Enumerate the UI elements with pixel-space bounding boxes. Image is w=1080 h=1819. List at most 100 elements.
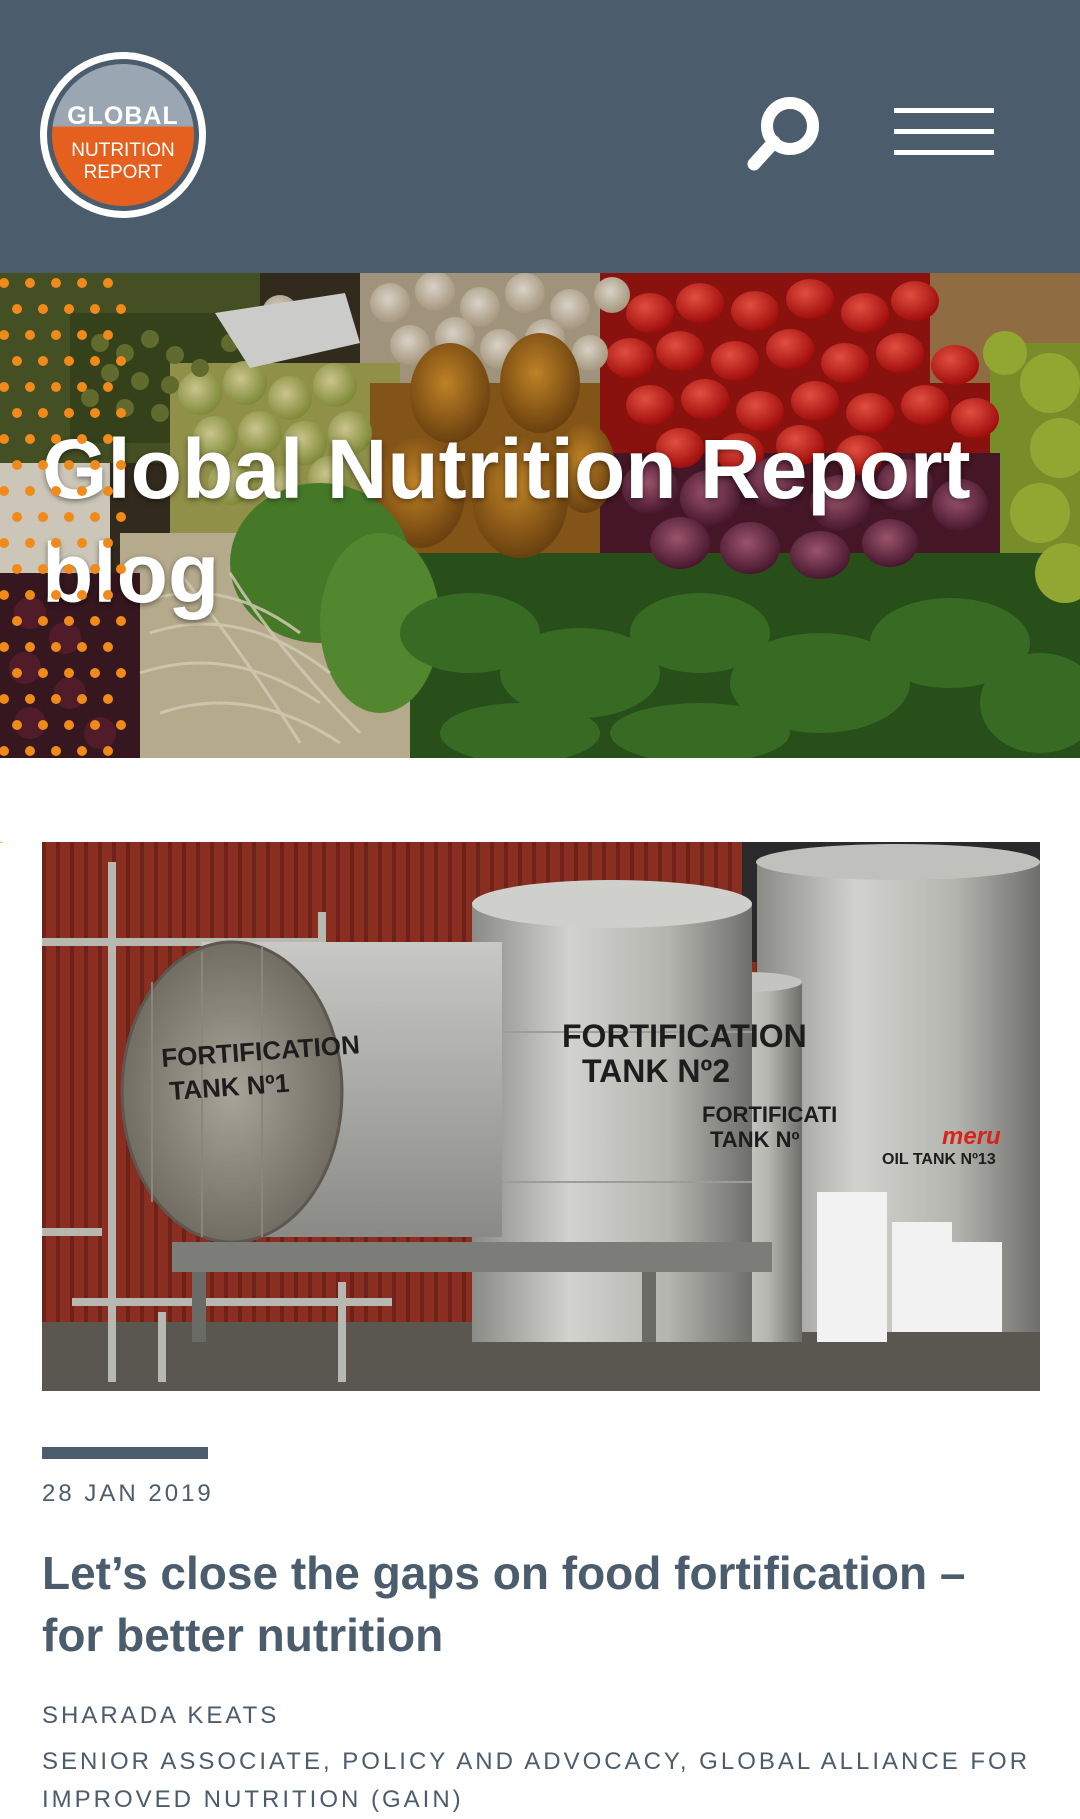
- decorative-dot: [51, 330, 61, 340]
- hero-banner: Global Nutrition Report blog: [0, 273, 1080, 758]
- decorative-dot: [38, 408, 48, 418]
- decorative-dot: [77, 694, 87, 704]
- decorative-dot: [12, 408, 22, 418]
- decorative-dot: [25, 590, 35, 600]
- decorative-dot: [25, 434, 35, 444]
- decorative-dot: [64, 616, 74, 626]
- decorative-dot: [103, 434, 113, 444]
- decorative-dot: [116, 720, 126, 730]
- decorative-dot: [25, 278, 35, 288]
- menu-bar: [894, 108, 994, 113]
- decorative-dot: [77, 538, 87, 548]
- decorative-dot: [90, 564, 100, 574]
- decorative-dot: [0, 642, 9, 652]
- page-title: Global Nutrition Report blog: [42, 422, 971, 620]
- search-button[interactable]: [742, 92, 826, 176]
- decorative-dot: [90, 668, 100, 678]
- decorative-dot: [103, 278, 113, 288]
- decorative-dot: [116, 304, 126, 314]
- decorative-dot: [25, 642, 35, 652]
- decorative-dot: [25, 538, 35, 548]
- post-author: SHARADA KEATS: [42, 1702, 280, 1729]
- decorative-dot-pattern: [0, 278, 126, 843]
- decorative-dot: [38, 512, 48, 522]
- decorative-dot: [51, 538, 61, 548]
- hamburger-menu-button[interactable]: [888, 102, 1000, 164]
- decorative-dot: [12, 668, 22, 678]
- decorative-dot: [116, 512, 126, 522]
- decorative-dot: [77, 278, 87, 288]
- post-author-role: SENIOR ASSOCIATE, POLICY AND ADVOCACY, G…: [42, 1748, 1031, 1813]
- decorative-dot: [77, 434, 87, 444]
- search-icon: [747, 97, 819, 171]
- decorative-dot: [103, 330, 113, 340]
- decorative-dot: [90, 616, 100, 626]
- decorative-dot: [12, 564, 22, 574]
- decorative-dot: [0, 590, 9, 600]
- logo-ring: GLOBAL NUTRITION REPORT: [47, 59, 199, 211]
- decorative-dot: [51, 382, 61, 392]
- decorative-dot: [64, 512, 74, 522]
- decorative-dot: [25, 382, 35, 392]
- brand-label: meru: [942, 1123, 1001, 1150]
- decorative-dot: [12, 720, 22, 730]
- decorative-dot: [64, 720, 74, 730]
- tank2-label-line2: TANK Nº2: [582, 1053, 730, 1089]
- decorative-dot: [77, 642, 87, 652]
- decorative-dot: [25, 746, 35, 756]
- decorative-dot: [116, 564, 126, 574]
- decorative-dot: [51, 642, 61, 652]
- decorative-dot: [12, 616, 22, 626]
- decorative-dot: [116, 616, 126, 626]
- decorative-dot: [38, 720, 48, 730]
- decorative-dot: [51, 278, 61, 288]
- decorative-dot: [38, 356, 48, 366]
- decorative-dot: [77, 486, 87, 496]
- decorative-dot: [51, 590, 61, 600]
- decorative-dot: [90, 408, 100, 418]
- decorative-dot: [0, 382, 9, 392]
- decorative-dot: [51, 434, 61, 444]
- post-featured-image[interactable]: FORTIFICATION TANK Nº1 FORTIFICATION TAN…: [42, 842, 1040, 1391]
- decorative-dot: [103, 590, 113, 600]
- site-logo[interactable]: GLOBAL NUTRITION REPORT: [40, 52, 206, 218]
- decorative-dot: [0, 330, 9, 340]
- decorative-dot: [64, 460, 74, 470]
- menu-bar: [894, 150, 994, 155]
- post-accent-bar: [42, 1447, 208, 1459]
- logo-text-nutrition: NUTRITION: [71, 140, 175, 161]
- decorative-dot: [12, 356, 22, 366]
- decorative-dot: [64, 304, 74, 314]
- decorative-dot: [103, 486, 113, 496]
- decorative-dot: [64, 564, 74, 574]
- decorative-dot: [51, 486, 61, 496]
- decorative-dot: [64, 408, 74, 418]
- decorative-dot: [0, 538, 9, 548]
- decorative-dot: [0, 434, 9, 444]
- decorative-dot: [38, 668, 48, 678]
- decorative-dot: [77, 330, 87, 340]
- decorative-dot: [103, 538, 113, 548]
- menu-bar: [894, 129, 994, 134]
- decorative-dot: [0, 486, 9, 496]
- decorative-dot: [38, 304, 48, 314]
- decorative-dot: [25, 330, 35, 340]
- decorative-dot: [90, 460, 100, 470]
- decorative-dot: [25, 486, 35, 496]
- decorative-dot: [90, 512, 100, 522]
- decorative-dot: [77, 382, 87, 392]
- decorative-dot: [90, 356, 100, 366]
- decorative-dot: [103, 746, 113, 756]
- decorative-dot: [103, 694, 113, 704]
- decorative-dot: [38, 616, 48, 626]
- decorative-dot: [90, 720, 100, 730]
- logo-text-global: GLOBAL: [67, 102, 179, 130]
- decorative-dot: [116, 408, 126, 418]
- logo-text-report: REPORT: [83, 162, 163, 183]
- decorative-dot: [77, 590, 87, 600]
- decorative-dot: [64, 356, 74, 366]
- post-title-link[interactable]: Let’s close the gaps on food fortificati…: [42, 1542, 1032, 1666]
- tank4-label: OIL TANK Nº13: [882, 1151, 996, 1168]
- decorative-dot: [103, 642, 113, 652]
- decorative-dot: [90, 304, 100, 314]
